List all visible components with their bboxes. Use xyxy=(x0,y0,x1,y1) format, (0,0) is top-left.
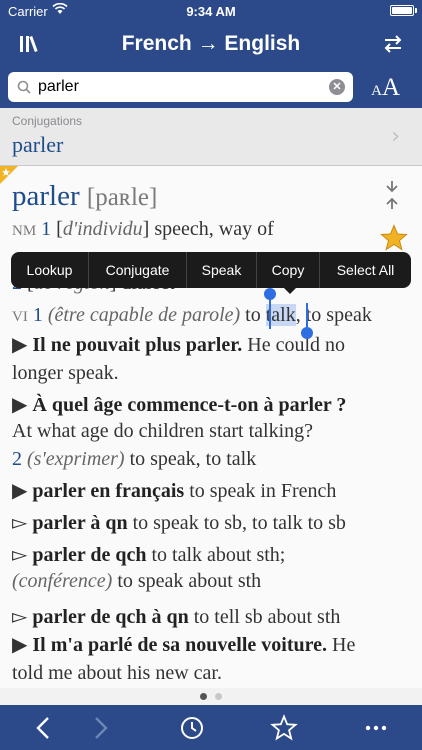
history-icon[interactable] xyxy=(178,714,206,742)
menu-conjugate[interactable]: Conjugate xyxy=(89,252,187,288)
pronunciation: [paʀle] xyxy=(86,184,158,211)
phrase-marker: ▻ xyxy=(12,544,28,566)
phrase-english: to tell sb about sth xyxy=(188,606,341,628)
battery-tip xyxy=(415,8,417,13)
dictionary-entry: parler [paʀle] NM 1 [d'individu] speech,… xyxy=(0,166,422,688)
example-1: ▶ Il ne pouvait plus parler. He could no xyxy=(12,332,345,357)
selection-start-handle[interactable] xyxy=(264,288,276,300)
sense-nm-1: NM 1 [d'individu] speech, way of xyxy=(12,218,274,241)
search-row: ✕ AA xyxy=(0,66,422,108)
headword-text: parler xyxy=(12,180,80,212)
pos-label: NM xyxy=(12,223,37,239)
phrase-english: to speak to sb, to talk to sb xyxy=(127,512,346,534)
status-bar: Carrier 9:34 AM xyxy=(0,0,422,22)
phrase-2-cont: (conférence) to speak about sth xyxy=(12,570,261,593)
selection-end-handle[interactable] xyxy=(301,327,313,339)
sense-number: 1 xyxy=(32,304,43,326)
phrase-french: parler de qch à qn xyxy=(32,606,189,628)
menu-lookup[interactable]: Lookup xyxy=(11,252,89,288)
conjugations-row[interactable]: Conjugations parler › xyxy=(0,108,422,166)
battery-icon xyxy=(390,5,414,16)
phrase-marker: ▻ xyxy=(12,606,28,628)
swap-direction-icon[interactable] xyxy=(382,32,404,56)
phrase-french: parler de qch xyxy=(32,544,147,566)
conjugations-word: parler xyxy=(12,132,64,157)
example-english: He could no xyxy=(242,334,346,356)
example-4-cont: told me about his new car. xyxy=(12,662,222,685)
example-french: parler en français xyxy=(32,480,185,502)
page-indicator[interactable] xyxy=(0,688,422,705)
menu-copy[interactable]: Copy xyxy=(257,252,320,288)
example-english: longer speak. xyxy=(12,362,119,384)
page-title: French → English xyxy=(121,32,301,55)
example-english: He xyxy=(327,634,356,656)
selection-start-caret[interactable] xyxy=(269,297,271,329)
back-icon[interactable] xyxy=(30,714,58,742)
sense-number: 2 xyxy=(12,448,22,470)
jump-arrows-icon[interactable] xyxy=(382,180,402,210)
text-size-large-glyph: A xyxy=(381,74,400,101)
example-marker: ▶ xyxy=(12,334,28,356)
nav-bar: French → English xyxy=(0,22,422,66)
example-marker: ▶ xyxy=(12,480,28,502)
context: d'individu xyxy=(62,218,143,240)
phrase-1: ▻ parler à qn to speak to sb, to talk to… xyxy=(12,510,346,535)
example-french: À quel âge commence-t-on à parler ? xyxy=(32,394,347,416)
sense-2: 2 (s'exprimer) to speak, to talk xyxy=(12,448,256,471)
translation: to speak, to talk xyxy=(124,448,257,470)
search-input[interactable] xyxy=(38,76,318,98)
text-size-button[interactable]: AA xyxy=(371,74,400,102)
phrase-english: to speak about sth xyxy=(112,570,262,592)
phrase-2: ▻ parler de qch to talk about sth; xyxy=(12,542,285,567)
text: ] speech, way of xyxy=(142,218,274,240)
phrase-french: parler à qn xyxy=(32,512,128,534)
sense-vi-1: VI 1 (être capable de parole) to talk, t… xyxy=(12,304,372,327)
forward-icon[interactable] xyxy=(86,714,114,742)
example-3: ▶ parler en français to speak in French xyxy=(12,478,336,503)
phrase-3: ▻ parler de qch à qn to tell sb about st… xyxy=(12,604,340,629)
status-time: 9:34 AM xyxy=(186,4,236,19)
favorites-icon[interactable] xyxy=(270,714,298,742)
example-english: told me about his new car. xyxy=(12,662,222,684)
example-english: At what age do children start talking? xyxy=(12,420,314,442)
search-icon xyxy=(17,80,31,94)
context: (conférence) xyxy=(12,570,113,592)
sense-number: 1 xyxy=(41,218,52,240)
page-dot xyxy=(215,693,222,700)
example-1-cont: longer speak. xyxy=(12,362,119,385)
clear-search-icon[interactable]: ✕ xyxy=(329,79,345,95)
example-marker: ▶ xyxy=(12,634,28,656)
text: to xyxy=(240,304,266,326)
headword: parler [paʀle] xyxy=(12,180,157,213)
example-2: ▶ À quel âge commence-t-on à parler ? xyxy=(12,392,346,417)
conjugations-label: Conjugations xyxy=(12,114,83,128)
bottom-toolbar xyxy=(0,705,422,750)
text-size-small-glyph: A xyxy=(371,83,382,99)
example-4: ▶ Il m'a parlé de sa nouvelle voiture. H… xyxy=(12,632,355,657)
example-marker: ▶ xyxy=(12,394,28,416)
text: [ xyxy=(56,218,63,240)
page-dot-active xyxy=(200,693,207,700)
favorite-star-icon[interactable] xyxy=(380,224,408,252)
context: (être capable de parole) xyxy=(47,304,241,326)
example-french: Il ne pouvait plus parler. xyxy=(32,334,243,356)
more-icon[interactable] xyxy=(362,714,390,742)
chevron-right-icon: › xyxy=(391,124,400,149)
example-french: Il m'a parlé de sa nouvelle voiture. xyxy=(32,634,328,656)
example-english: to speak in French xyxy=(184,480,337,502)
context-menu: Lookup Conjugate Speak Copy Select All xyxy=(11,252,411,288)
phrase-marker: ▻ xyxy=(12,512,28,534)
search-box[interactable]: ✕ xyxy=(8,72,353,102)
menu-speak[interactable]: Speak xyxy=(187,252,257,288)
phrase-english: to talk about sth; xyxy=(146,544,286,566)
menu-select-all[interactable]: Select All xyxy=(320,252,411,288)
context: (s'exprimer) xyxy=(27,448,125,470)
pos-label: VI xyxy=(12,309,28,325)
context-menu-pointer xyxy=(282,286,298,294)
example-2-en: At what age do children start talking? xyxy=(12,420,313,443)
